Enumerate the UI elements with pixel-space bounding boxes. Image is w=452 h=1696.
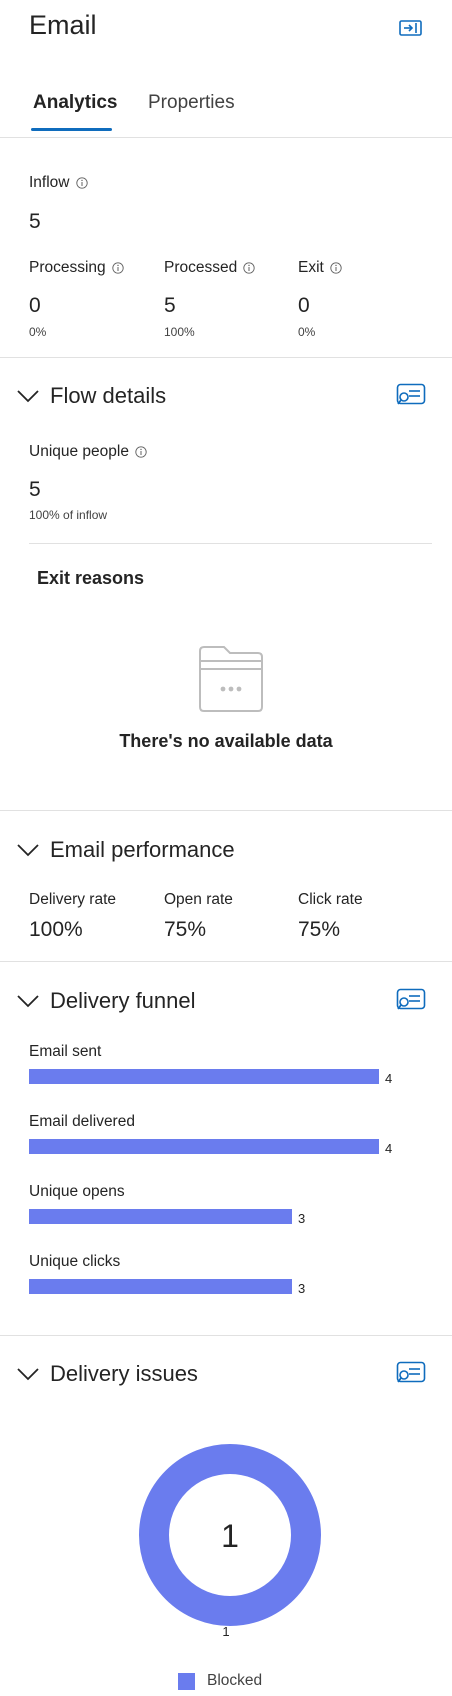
processed-value: 5 — [164, 294, 176, 317]
unique-people-value: 5 — [29, 478, 41, 501]
page-title: Email — [29, 10, 97, 40]
funnel-item-label: Unique clicks — [29, 1253, 121, 1270]
funnel-chart: Email sent 4 Email delivered 4 Unique opens 3… — [29, 1043, 432, 1303]
funnel-bar-value: 3 — [298, 1281, 306, 1296]
info-icon[interactable] — [135, 446, 147, 458]
funnel-bar-value: 4 — [385, 1071, 393, 1086]
inflow-label: Inflow — [29, 174, 88, 192]
funnel-bar[interactable] — [29, 1209, 292, 1224]
donut-slice-label: 1 — [222, 1624, 230, 1639]
exit-reasons-title: Exit reasons — [37, 568, 145, 588]
section-title: Flow details — [50, 383, 167, 408]
email-performance-header[interactable]: Email performance — [16, 837, 235, 863]
tab-analytics[interactable]: Analytics — [33, 92, 117, 114]
delivery-issues-header[interactable]: Delivery issues — [16, 1361, 198, 1387]
divider — [0, 137, 452, 138]
donut-chart: 1 — [139, 1444, 321, 1626]
click-rate-label: Click rate — [298, 891, 363, 908]
divider — [0, 961, 452, 962]
exit-value: 0 — [298, 294, 310, 317]
divider — [0, 1335, 452, 1336]
panel-collapse-icon[interactable] — [399, 19, 422, 37]
processing-value: 0 — [29, 294, 41, 317]
funnel-item-label: Email delivered — [29, 1113, 135, 1130]
empty-folder-icon — [199, 646, 263, 712]
section-title: Delivery funnel — [50, 988, 196, 1013]
tab-properties[interactable]: Properties — [148, 92, 235, 114]
funnel-item-label: Email sent — [29, 1043, 102, 1060]
section-title: Email performance — [50, 837, 235, 862]
divider — [29, 543, 432, 544]
chevron-down-icon — [17, 1368, 39, 1381]
funnel-bar-value: 4 — [385, 1141, 393, 1156]
active-tab-indicator — [31, 128, 112, 131]
processed-label: Processed — [164, 259, 255, 277]
insights-icon[interactable] — [396, 383, 426, 409]
unique-people-sub: 100% of inflow — [29, 508, 108, 522]
section-title: Delivery issues — [50, 1361, 198, 1386]
unique-people-label: Unique people — [29, 443, 147, 461]
info-icon[interactable] — [112, 262, 124, 274]
processed-percent: 100% — [164, 325, 195, 339]
insights-icon[interactable] — [396, 988, 426, 1014]
funnel-bar[interactable] — [29, 1279, 292, 1294]
processing-percent: 0% — [29, 325, 47, 339]
chevron-down-icon — [17, 995, 39, 1008]
exit-percent: 0% — [298, 325, 316, 339]
chevron-down-icon — [17, 390, 39, 403]
divider — [0, 810, 452, 811]
open-rate-value: 75% — [164, 918, 207, 941]
info-icon[interactable] — [75, 177, 88, 189]
empty-state-text: There's no available data — [119, 731, 333, 751]
flow-details-header[interactable]: Flow details — [16, 383, 166, 409]
legend-item-blocked[interactable]: Blocked — [178, 1672, 262, 1690]
info-icon[interactable] — [243, 262, 255, 274]
exit-label: Exit — [298, 259, 342, 277]
legend-swatch — [178, 1672, 195, 1690]
inflow-value: 5 — [29, 210, 41, 233]
chevron-down-icon — [17, 844, 39, 857]
click-rate-value: 75% — [298, 918, 341, 941]
funnel-bar-value: 3 — [298, 1211, 306, 1226]
processing-label: Processing — [29, 259, 124, 277]
divider — [0, 357, 452, 358]
open-rate-label: Open rate — [164, 891, 233, 908]
donut-center-value: 1 — [221, 1518, 239, 1554]
funnel-item-label: Unique opens — [29, 1183, 125, 1200]
delivery-funnel-header[interactable]: Delivery funnel — [16, 988, 196, 1014]
legend-label: Blocked — [207, 1672, 263, 1689]
insights-icon[interactable] — [396, 1361, 426, 1387]
funnel-bar[interactable] — [29, 1069, 379, 1084]
delivery-rate-label: Delivery rate — [29, 891, 116, 908]
info-icon[interactable] — [330, 262, 342, 274]
funnel-bar[interactable] — [29, 1139, 379, 1154]
delivery-rate-value: 100% — [29, 918, 83, 941]
